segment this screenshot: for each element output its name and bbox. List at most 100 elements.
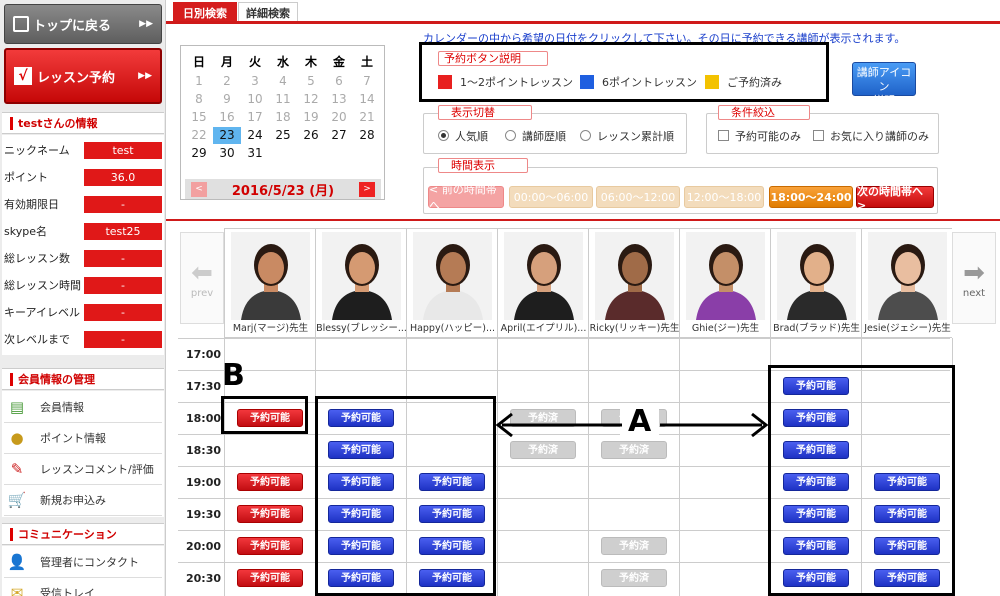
teacher-card[interactable]: Blessy(ブレッシー... [315,228,407,338]
reserve-slot-button[interactable]: 予約可能 [237,569,303,587]
lesson-reservation-button[interactable]: √ レッスン予約 ▶▶ [4,48,162,104]
calendar-day[interactable]: 26 [297,127,325,144]
checkbox-icon [718,130,729,141]
teacher-photo[interactable] [868,232,947,320]
prev-time-button[interactable]: < 前の時間帯へ [428,183,504,212]
teacher-card[interactable]: Marj(マージ)先生 [224,228,315,338]
teacher-photo[interactable] [322,232,401,320]
contact-icon: 👤 [7,553,27,571]
legend-item: 6ポイントレッスン [580,74,697,90]
teacher-card[interactable]: Happy(ハッピー)... [406,228,497,338]
calendar-day[interactable]: 27 [325,127,353,144]
calendar-day[interactable]: 28 [353,127,381,144]
teacher-card[interactable]: Brad(ブラッド)先生 [770,228,861,338]
calendar-day: 11 [275,92,291,106]
time-slot-label: 19:30 [186,507,222,521]
filter-option-checkbox[interactable]: 予約可能のみ [718,128,801,144]
time-range-button[interactable]: 06:00～12:00 [596,186,680,208]
calendar-weekday: 月 [220,55,233,69]
calendar-day[interactable]: 23 [213,127,241,144]
prev-arrow-icon: ⬅ [191,257,213,288]
calendar-current-date: 2016/5/23 (月) [231,183,335,199]
teacher-photo[interactable] [595,232,674,320]
time-slot-label: 20:30 [186,571,222,585]
tab-daily-search[interactable]: 日別検索 [173,2,237,22]
time-range-button[interactable]: 00:00～06:00 [509,186,593,208]
teacher-name: Ghie(ジー)先生 [691,323,760,334]
teacher-card[interactable]: April(エイプリル)... [497,228,588,338]
teacher-name: Marj(マージ)先生 [232,323,309,334]
member-menu-label: 新規お申込み [40,494,106,507]
user-info-value: - [84,331,162,348]
calendar-week: 22 23 24 25 26 27 28 [185,127,381,144]
teacher-card[interactable]: Ricky(リッキー)先生 [588,228,679,338]
member-menu-label: レッスンコメント/評価 [40,463,154,476]
calendar-next-button[interactable]: > [358,181,375,197]
sort-option-label: レッスン累計順 [597,130,674,143]
reserve-slot-button[interactable]: 予約可能 [237,473,303,491]
tab-detail-search[interactable]: 詳細検索 [238,2,298,22]
sort-option-label: 講師歴順 [522,130,566,143]
calendar-week: 1 2 3 4 5 6 7 [185,73,381,90]
user-info-value: test25 [84,223,162,240]
user-info-value: 36.0 [84,169,162,186]
calendar-day: 19 [303,110,319,124]
user-info-row: ポイント 36.0 [4,164,162,190]
member-menu-item[interactable]: 🛒 新規お申込み [4,485,162,516]
calendar-prev-button[interactable]: < [191,181,207,197]
teacher-card[interactable]: Ghie(ジー)先生 [679,228,770,338]
booked-slot: 予約済 [601,441,667,459]
member-menu-item[interactable]: ▤ 会員情報 [4,392,162,423]
calendar-day: 22 [191,128,207,142]
reserve-slot-button[interactable]: 予約可能 [237,505,303,523]
member-menu-label: ポイント情報 [40,432,106,445]
coins-icon: ● [10,429,24,447]
sort-option-radio[interactable]: 講師歴順 [505,128,566,144]
calendar-day[interactable]: 30 [213,145,241,162]
next-teachers-button[interactable]: ➡ next [952,232,996,324]
teacher-photo[interactable] [504,232,583,320]
legend-color-swatch [580,75,594,89]
sort-option-radio[interactable]: 人気順 [438,128,488,144]
calendar-day[interactable]: 25 [269,127,297,144]
time-range-button[interactable]: 12:00～18:00 [684,186,764,208]
next-time-button[interactable]: 次の時間帯へ > [856,185,934,212]
teacher-portrait [868,232,947,320]
sort-option-radio[interactable]: レッスン累計順 [580,128,674,144]
teacher-name: Jesie(ジェシー)先生 [864,323,951,334]
user-info-row: ニックネーム test [4,137,162,163]
calendar-day[interactable]: 31 [241,145,269,162]
time-slot-label: 18:30 [186,443,222,457]
teacher-photo[interactable] [413,232,492,320]
legend-item: 1～2ポイントレッスン [438,74,573,90]
user-info-row: 総レッスン数 - [4,245,162,271]
teacher-icon-help-button[interactable]: 講師アイコン 説明 [852,62,916,107]
teacher-photo[interactable] [686,232,765,320]
teacher-photo[interactable] [231,232,310,320]
teacher-card[interactable]: Jesie(ジェシー)先生 [861,228,952,338]
teacher-name: Blessy(ブレッシー... [316,323,407,334]
filter-option-checkbox[interactable]: お気に入り講師のみ [813,128,929,144]
member-menu-item[interactable]: ✎ レッスンコメント/評価 [4,454,162,485]
prev-teachers-button[interactable]: ⬅ prev [180,232,224,324]
time-slot-label: 18:00 [186,411,222,425]
comm-menu-item[interactable]: ✉ 受信トレイ [4,578,162,596]
calendar-day[interactable]: 24 [241,127,269,144]
teacher-name: Ricky(リッキー)先生 [589,323,680,334]
teacher-photo[interactable] [777,232,856,320]
member-menu-item[interactable]: ● ポイント情報 [4,423,162,454]
user-info-label: 次レベルまで [4,333,70,346]
teacher-portrait [231,232,310,320]
checkmark-icon: √ [14,67,32,85]
user-info-row: 総レッスン時間 - [4,272,162,298]
comm-menu-item[interactable]: 👤 管理者にコンタクト [4,547,162,578]
reserve-slot-button[interactable]: 予約可能 [237,537,303,555]
tab-daily-label: 日別検索 [183,6,227,20]
calendar-day[interactable]: 29 [185,145,213,162]
time-range-button[interactable]: 18:00～24:00 [769,186,853,208]
comm-menu-label: 管理者にコンタクト [40,556,139,569]
booked-slot: 予約済 [601,569,667,587]
back-to-top-button[interactable]: トップに戻る ▶▶ [4,4,162,44]
next-label: next [962,287,986,299]
calendar-weekday: 火 [248,55,261,69]
